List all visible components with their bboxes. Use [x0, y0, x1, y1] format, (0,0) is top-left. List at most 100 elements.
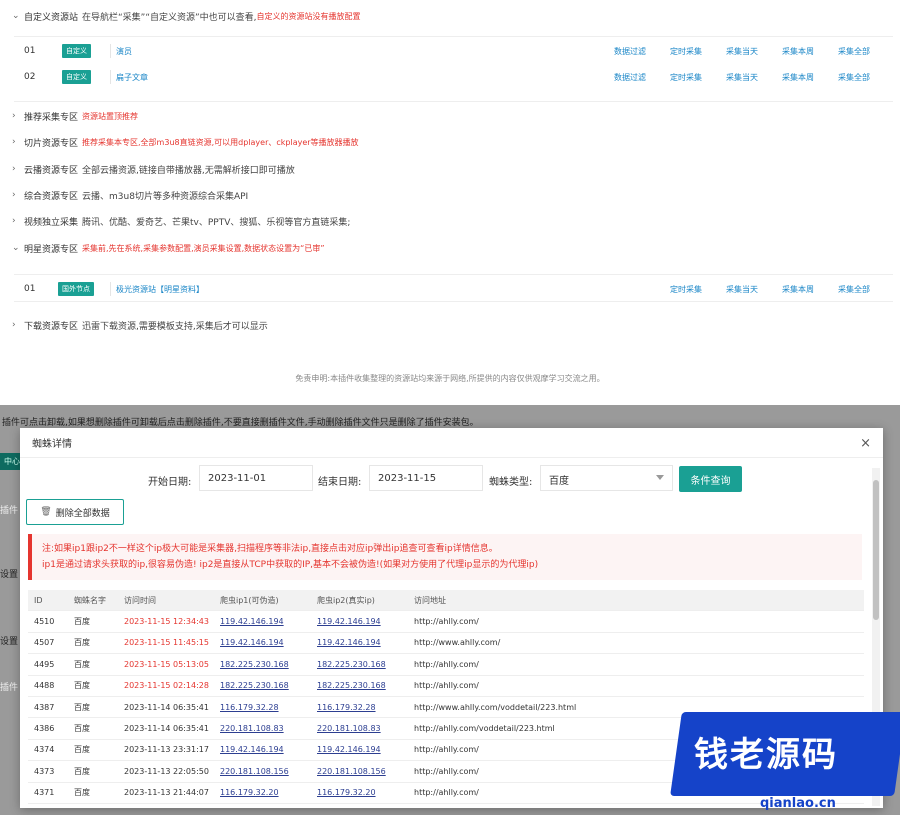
cell-ip2-link[interactable]: 116.179.32.20 — [317, 788, 376, 797]
source-tag: 自定义 — [62, 44, 91, 58]
bg-side-label: 插件 — [0, 506, 19, 516]
cell-visit-time: 2023-11-15 11:45:15 — [124, 638, 209, 648]
header-name: 蜘蛛名字 — [74, 595, 106, 605]
source-action-link[interactable]: 数据过滤 — [614, 46, 646, 57]
source-action-link[interactable]: 采集当天 — [726, 72, 758, 83]
cell-ip2-link[interactable]: 220.181.108.83 — [317, 724, 381, 733]
delete-all-button[interactable]: 🗑 删除全部数据 — [26, 499, 124, 525]
cell-id: 4371 — [34, 788, 55, 798]
scrollbar-thumb[interactable] — [873, 480, 879, 620]
section-recommend[interactable]: › 推荐采集专区 资源站置顶推荐 — [0, 104, 900, 128]
source-title-link[interactable]: 演员 — [116, 46, 132, 57]
cell-ip2-link[interactable]: 182.225.230.168 — [317, 681, 386, 690]
section-star[interactable]: ⌄ 明星资源专区 采集前,先在系统,采集参数配置,演员采集设置,数据状态设置为“… — [0, 236, 900, 260]
end-date-input[interactable] — [369, 465, 483, 491]
source-action-link[interactable]: 数据过滤 — [614, 72, 646, 83]
source-action-link[interactable]: 定时采集 — [670, 46, 702, 57]
source-action-link[interactable]: 采集本周 — [782, 72, 814, 83]
close-icon[interactable]: × — [860, 436, 871, 451]
section-download[interactable]: › 下载资源专区 迅雷下载资源,需要模板支持,采集后才可以显示 — [0, 313, 900, 337]
section-general[interactable]: › 综合资源专区 云播、m3u8切片等多种资源综合采集API — [0, 183, 900, 207]
cell-id: 4387 — [34, 702, 55, 712]
cell-visit-time: 2023-11-13 22:05:50 — [124, 766, 209, 776]
cell-ip1-link[interactable]: 182.225.230.168 — [220, 660, 289, 669]
source-row: 01 国外节点 极光资源站【明星资料】 定时采集 采集当天 采集本周 采集全部 — [14, 276, 893, 302]
cell-ip1-link[interactable]: 119.42.146.194 — [220, 617, 284, 626]
cell-ip1-link[interactable]: 182.225.230.168 — [220, 681, 289, 690]
source-action-link[interactable]: 定时采集 — [670, 72, 702, 83]
cell-visit-time: 2023-11-14 06:35:41 — [124, 724, 209, 734]
section-name: 视频独立采集 — [24, 217, 79, 228]
cell-ip2-link[interactable]: 220.181.108.156 — [317, 767, 386, 776]
chevron-right-icon: › — [12, 216, 16, 226]
section-name: 云播资源专区 — [24, 165, 79, 176]
cell-ip2-link[interactable]: 119.42.146.194 — [317, 617, 381, 626]
table-row: 4510 百度 2023-11-15 12:34:43 119.42.146.194 1… — [28, 611, 864, 633]
start-date-input[interactable] — [199, 465, 313, 491]
cell-ip1-link[interactable]: 220.181.108.156 — [220, 767, 289, 776]
spider-type-select[interactable]: 百度 — [540, 465, 673, 491]
cell-id: 4374 — [34, 745, 55, 755]
cell-id: 4510 — [34, 617, 55, 627]
divider — [110, 282, 111, 296]
section-desc: 云播、m3u8切片等多种资源综合采集API — [82, 191, 249, 202]
delete-all-label: 删除全部数据 — [55, 508, 110, 519]
cell-spider-name: 百度 — [74, 788, 90, 798]
cell-ip1-link[interactable]: 116.179.32.28 — [220, 703, 279, 712]
section-m3u8[interactable]: › 切片资源专区 推荐采集本专区,全部m3u8直链资源,可以用dplayer、c… — [0, 130, 900, 154]
table-row: 4488 百度 2023-11-15 02:14:28 182.225.230.168… — [28, 676, 864, 697]
section-name: 明星资源专区 — [24, 244, 79, 255]
section-custom[interactable]: ⌄ 自定义资源站 在导航栏“采集”“自定义资源”中也可以查看, 自定义的资源站没… — [0, 4, 900, 28]
section-name: 下载资源专区 — [24, 321, 79, 332]
section-name: 综合资源专区 — [24, 191, 79, 202]
cell-spider-name: 百度 — [74, 745, 90, 755]
section-cloud[interactable]: › 云播资源专区 全部云播资源,链接自带播放器,无需解析接口即可播放 — [0, 157, 900, 181]
cell-id: 4507 — [34, 638, 55, 648]
cell-url: http://ahlly.com/ — [414, 659, 479, 669]
cell-ip1-link[interactable]: 119.42.146.194 — [220, 638, 284, 647]
source-row: 01 自定义 演员 数据过滤 定时采集 采集当天 采集本周 采集全部 — [14, 38, 893, 64]
cell-visit-time: 2023-11-15 12:34:43 — [124, 617, 209, 627]
cell-url: http://www.ahlly.com/voddetail/223.html — [414, 702, 577, 712]
chevron-right-icon: › — [12, 111, 16, 121]
section-video[interactable]: › 视频独立采集 腾讯、优酷、爱奇艺、芒果tv、PPTV、搜狐、乐视等官方直链采… — [0, 209, 900, 233]
section-name: 推荐采集专区 — [24, 112, 79, 123]
header-url: 访问地址 — [414, 595, 446, 605]
cell-ip1-link[interactable]: 116.179.32.20 — [220, 788, 279, 797]
divider — [110, 44, 111, 58]
section-note: 自定义的资源站没有播放配置 — [256, 11, 361, 21]
header-ip1: 爬虫ip1(可伪造) — [220, 595, 279, 605]
source-title-link[interactable]: 扁子文章 — [116, 72, 148, 83]
cell-ip1-link[interactable]: 119.42.146.194 — [220, 745, 284, 754]
section-desc: 在导航栏“采集”“自定义资源”中也可以查看, — [82, 12, 257, 23]
spider-type-label: 蜘蛛类型: — [489, 477, 533, 488]
source-action-link[interactable]: 采集本周 — [782, 284, 814, 295]
cell-ip2-link[interactable]: 116.179.32.28 — [317, 703, 376, 712]
cell-id: 4386 — [34, 724, 55, 734]
cell-id: 4495 — [34, 659, 55, 669]
source-action-link[interactable]: 采集全部 — [838, 284, 870, 295]
cell-ip2-link[interactable]: 119.42.146.194 — [317, 638, 381, 647]
row-index: 01 — [24, 46, 36, 56]
cell-url: http://ahlly.com/ — [414, 617, 479, 627]
source-action-link[interactable]: 采集当天 — [726, 46, 758, 57]
source-action-link[interactable]: 采集当天 — [726, 284, 758, 295]
chevron-down-icon — [656, 475, 664, 480]
cell-url: http://ahlly.com/ — [414, 788, 479, 798]
collect-page: ⌄ 自定义资源站 在导航栏“采集”“自定义资源”中也可以查看, 自定义的资源站没… — [0, 0, 900, 405]
cell-ip2-link[interactable]: 119.42.146.194 — [317, 745, 381, 754]
row-index: 01 — [24, 284, 36, 294]
trash-icon: 🗑 — [40, 507, 52, 517]
source-action-link[interactable]: 定时采集 — [670, 284, 702, 295]
section-note: 采集前,先在系统,采集参数配置,演员采集设置,数据状态设置为“已审” — [82, 243, 325, 253]
table-row: 4495 百度 2023-11-15 05:13:05 182.225.230.168… — [28, 654, 864, 676]
source-title-link[interactable]: 极光资源站【明星资料】 — [116, 284, 204, 295]
cell-ip2-link[interactable]: 182.225.230.168 — [317, 660, 386, 669]
query-button[interactable]: 条件查询 — [679, 466, 742, 492]
source-action-link[interactable]: 采集本周 — [782, 46, 814, 57]
source-action-link[interactable]: 采集全部 — [838, 72, 870, 83]
cell-ip1-link[interactable]: 220.181.108.83 — [220, 724, 284, 733]
source-action-link[interactable]: 采集全部 — [838, 46, 870, 57]
cell-spider-name: 百度 — [74, 766, 90, 776]
start-date-label: 开始日期: — [148, 477, 192, 488]
